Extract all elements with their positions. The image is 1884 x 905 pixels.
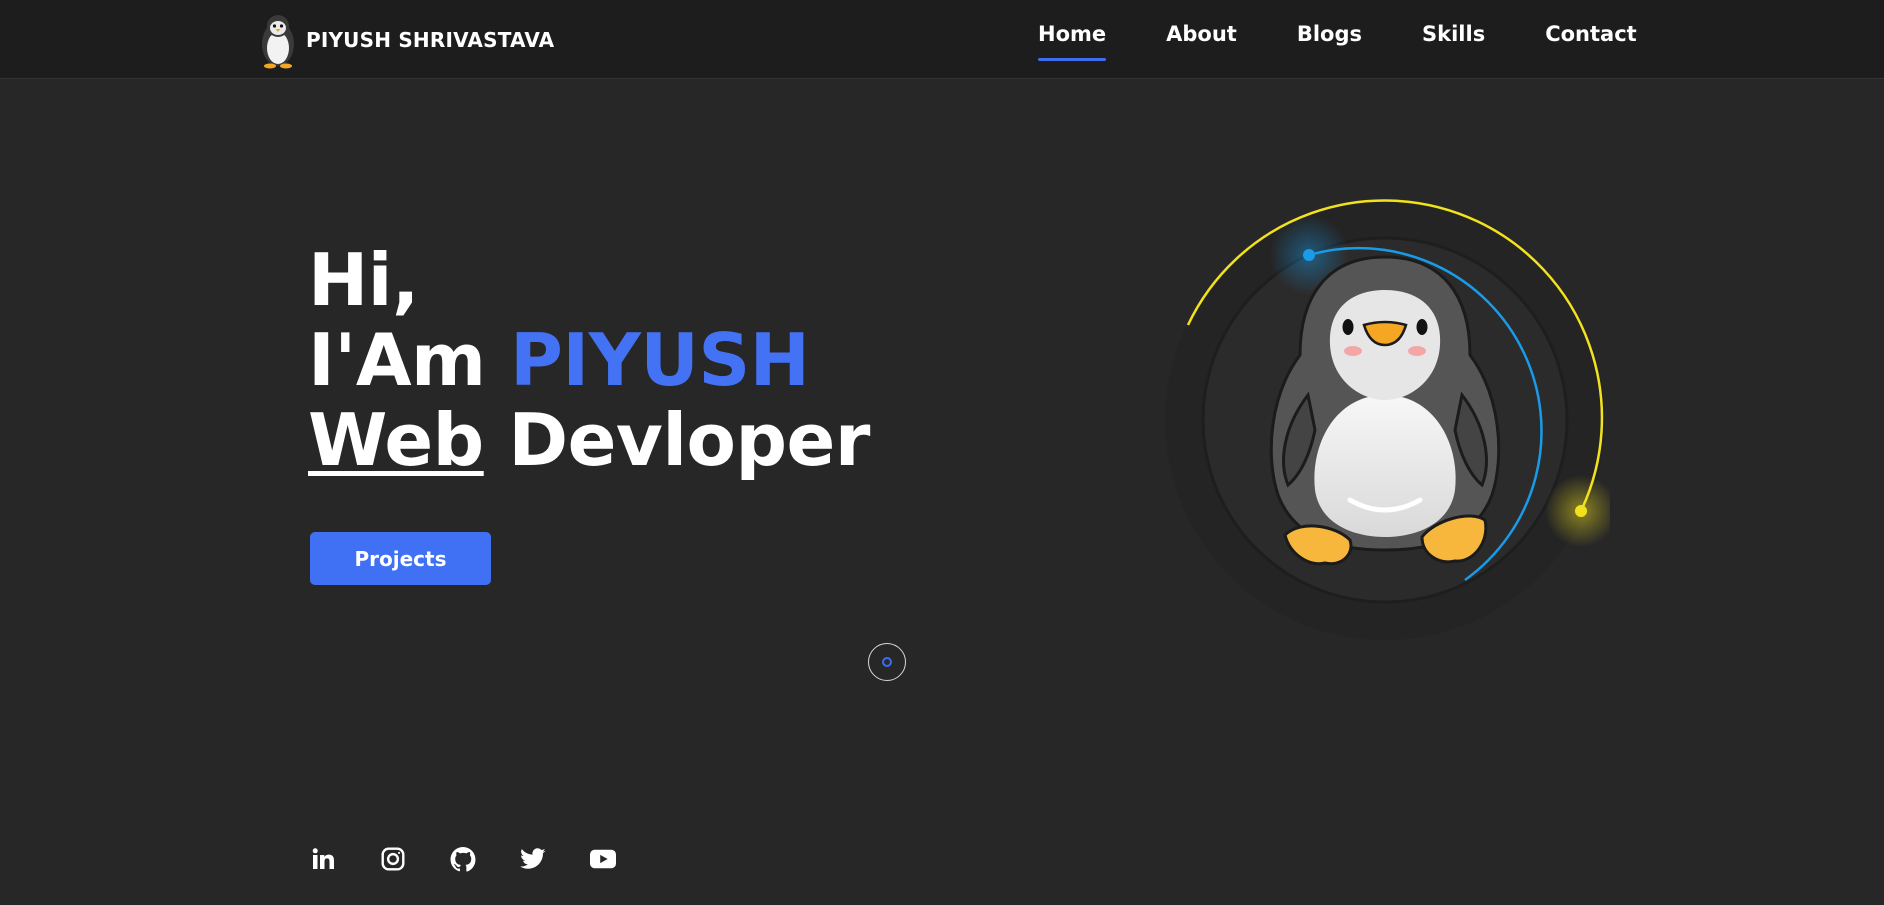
custom-cursor [868, 643, 906, 681]
nav-item-contact[interactable]: Contact [1545, 22, 1637, 46]
hero-heading: Hi, I'Am PIYUSH Web Devloper [308, 240, 870, 480]
projects-button[interactable]: Projects [310, 532, 491, 585]
nav-item-home[interactable]: Home [1038, 22, 1107, 61]
github-icon[interactable] [450, 846, 476, 872]
hero-name: PIYUSH [510, 318, 810, 402]
nav-item-blogs[interactable]: Blogs [1297, 22, 1362, 46]
brand[interactable]: PIYUSH SHRIVASTAVA [256, 10, 554, 70]
brand-name: PIYUSH SHRIVASTAVA [306, 28, 555, 52]
navbar: PIYUSH SHRIVASTAVA Home About Blogs Skil… [0, 0, 1884, 79]
avatar-illustration [1165, 199, 1617, 640]
twitter-icon[interactable] [520, 846, 546, 872]
social-links [310, 846, 616, 872]
hero-intro-prefix: I'Am [308, 318, 486, 402]
hero-role-rest: Devloper [508, 398, 870, 482]
linkedin-icon[interactable] [310, 846, 336, 872]
nav-item-about[interactable]: About [1166, 22, 1237, 46]
youtube-icon[interactable] [590, 846, 616, 872]
hero-intro-line: I'Am PIYUSH [308, 320, 870, 400]
penguin-icon [262, 15, 294, 69]
hero-role-underlined: Web [308, 398, 484, 482]
hero-greeting: Hi, [308, 238, 419, 322]
nav-item-skills[interactable]: Skills [1422, 22, 1485, 46]
avatar [1160, 195, 1617, 645]
hero-role-line: Web Devloper [308, 400, 870, 480]
cursor-dot [882, 657, 892, 667]
instagram-icon[interactable] [380, 846, 406, 872]
nav-links: Home About Blogs Skills Contact [1038, 22, 1637, 61]
